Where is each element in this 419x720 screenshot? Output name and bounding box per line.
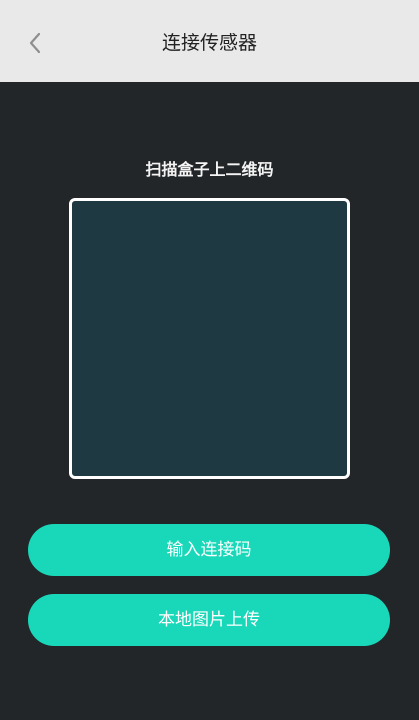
- connect-sensor-screen: 连接传感器 扫描盒子上二维码 输入连接码 本地图片上传: [0, 0, 419, 720]
- scan-instruction: 扫描盒子上二维码: [145, 160, 274, 179]
- upload-local-image-button[interactable]: 本地图片上传: [28, 594, 390, 646]
- page-title: 连接传感器: [161, 32, 257, 54]
- qr-scan-area[interactable]: [69, 198, 350, 479]
- top-header: 连接传感器: [0, 0, 419, 82]
- input-connection-code-button[interactable]: 输入连接码: [28, 524, 390, 576]
